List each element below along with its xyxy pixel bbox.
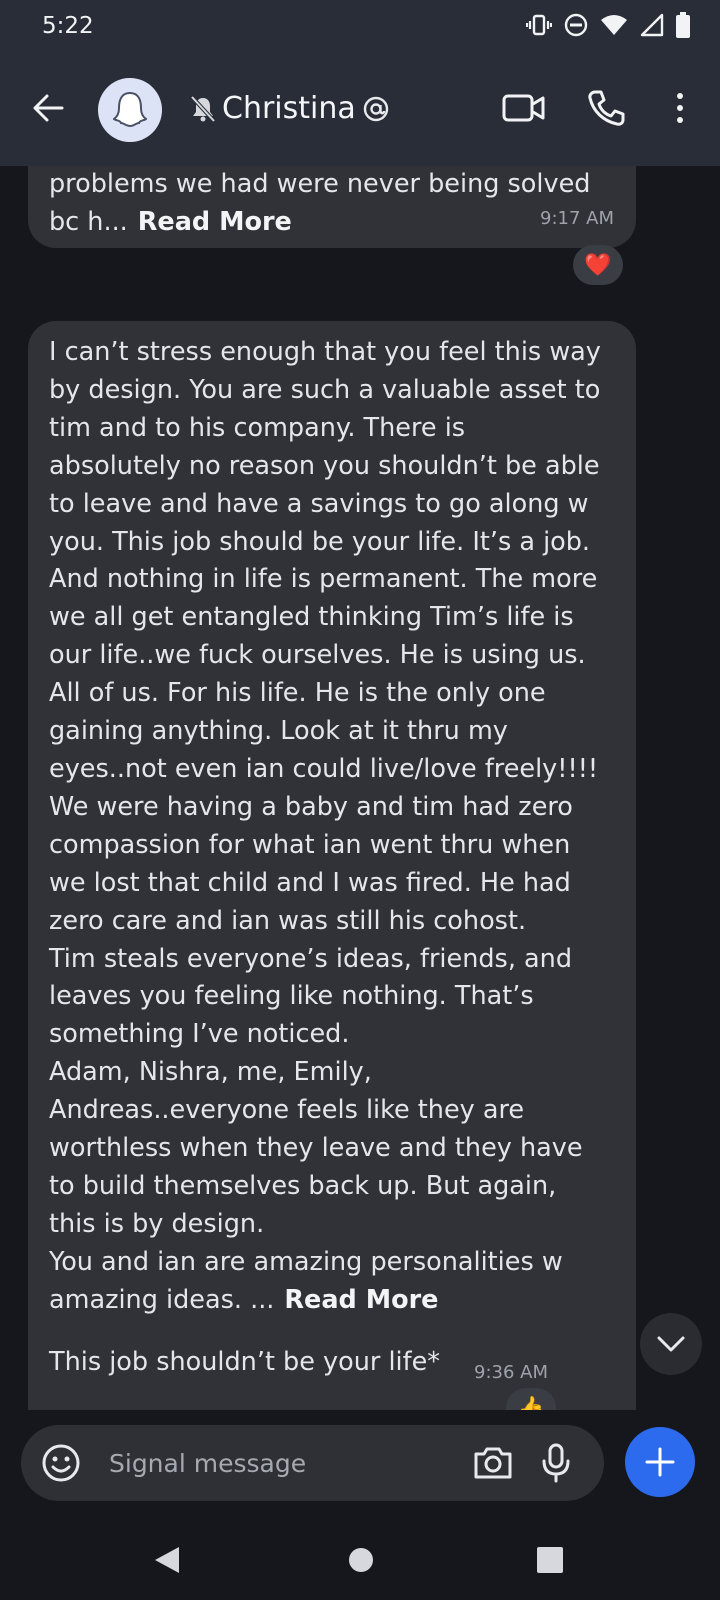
phone-icon	[588, 90, 625, 126]
plus-icon	[645, 1447, 675, 1477]
nav-recents-icon[interactable]	[537, 1547, 563, 1573]
message-bubble[interactable]: I can’t stress enough that you feel this…	[28, 321, 636, 1410]
mention-icon	[363, 96, 388, 122]
emoji-icon	[42, 1444, 80, 1482]
avatar[interactable]	[98, 78, 162, 142]
message-bubble[interactable]: problems we had were never being solved …	[28, 166, 636, 248]
app-bar: 5:22 Christina	[0, 0, 720, 166]
system-navigation-bar	[0, 1520, 720, 1600]
contact-name: Christina	[222, 91, 356, 126]
message-text: This job shouldn’t be your life*	[49, 1347, 441, 1377]
signal-icon	[640, 13, 664, 37]
wifi-icon	[601, 15, 627, 35]
message-time: 9:36 AM	[474, 1362, 548, 1383]
video-call-icon	[502, 94, 545, 122]
microphone-icon	[542, 1443, 570, 1483]
muted-bell-icon	[190, 95, 216, 123]
more-vert-icon	[677, 93, 683, 123]
nav-back-icon[interactable]	[152, 1545, 182, 1575]
conversation-title[interactable]: Christina	[190, 91, 390, 127]
message-text: I can’t stress enough that you feel this…	[49, 337, 601, 1315]
voice-message-button[interactable]	[541, 1442, 571, 1488]
read-more-link[interactable]: Read More	[284, 1285, 438, 1315]
battery-icon	[676, 12, 690, 38]
message-text: problems we had were never being solved …	[49, 169, 591, 237]
message-reaction[interactable]: ❤️	[573, 245, 623, 285]
emoji-button[interactable]	[41, 1443, 81, 1487]
read-more-link[interactable]: Read More	[138, 207, 292, 237]
message-list[interactable]: problems we had were never being solved …	[0, 166, 720, 1410]
attachment-button[interactable]	[625, 1427, 695, 1497]
chevron-down-icon	[657, 1336, 685, 1352]
message-time: 9:17 AM	[540, 208, 614, 230]
camera-button[interactable]	[472, 1443, 514, 1487]
do-not-disturb-icon	[564, 13, 588, 37]
status-icons	[526, 12, 690, 38]
video-call-button[interactable]	[502, 88, 546, 132]
phone-call-button[interactable]	[586, 88, 626, 132]
back-button[interactable]	[28, 88, 68, 128]
scroll-to-bottom-button[interactable]	[640, 1313, 702, 1375]
ghost-avatar-icon	[113, 91, 147, 128]
nav-home-icon[interactable]	[347, 1546, 375, 1574]
camera-icon	[474, 1447, 512, 1479]
message-composer	[21, 1425, 604, 1501]
vibrate-icon	[526, 14, 552, 36]
back-arrow-icon	[33, 94, 64, 122]
message-input[interactable]	[109, 1445, 439, 1481]
status-time: 5:22	[42, 13, 94, 39]
message-bubble[interactable]: This job shouldn’t be your life* 9:36 AM	[28, 1332, 570, 1394]
overflow-menu-button[interactable]	[668, 88, 692, 132]
